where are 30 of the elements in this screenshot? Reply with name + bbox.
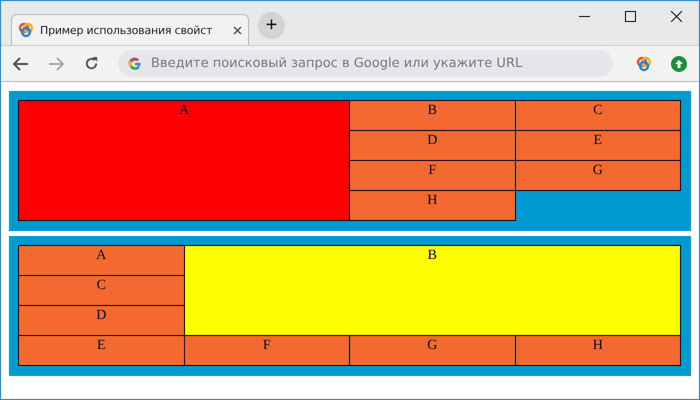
rings-icon (18, 22, 34, 38)
rings-icon (636, 56, 652, 72)
grid-item: C (514, 100, 681, 131)
grid-item: E (514, 130, 681, 161)
grid-item: G (514, 160, 681, 191)
close-icon (670, 10, 682, 22)
grid-item: G (349, 335, 516, 366)
address-bar[interactable]: Введите поисковый запрос в Google или укажите URL (118, 50, 613, 77)
back-arrow-icon (13, 56, 29, 70)
grid-item: D (349, 130, 516, 161)
grid-item: A (18, 245, 184, 276)
grid-item: H (514, 335, 681, 366)
g-logo-icon (128, 56, 142, 70)
grid-item: H (349, 190, 516, 221)
maximize-icon (624, 10, 636, 22)
grid-item: E (18, 335, 184, 366)
new-tab-button[interactable]: + (258, 12, 285, 39)
grid-item: D (18, 305, 184, 336)
grid-item: F (184, 335, 350, 366)
browser-tab[interactable]: Пример использования свойст (11, 14, 249, 45)
grid-item: F (349, 160, 516, 191)
grid-item: B (184, 245, 681, 336)
grid-item: B (349, 100, 516, 131)
reload-icon (84, 56, 98, 71)
tab-title: Пример использования свойст (40, 24, 214, 36)
grid-item: C (18, 275, 184, 306)
address-placeholder: Введите поисковый запрос в Google или укажите URL (151, 56, 522, 71)
grid-item: A (18, 100, 350, 221)
forward-arrow-icon (48, 56, 64, 70)
close-icon (233, 26, 242, 35)
